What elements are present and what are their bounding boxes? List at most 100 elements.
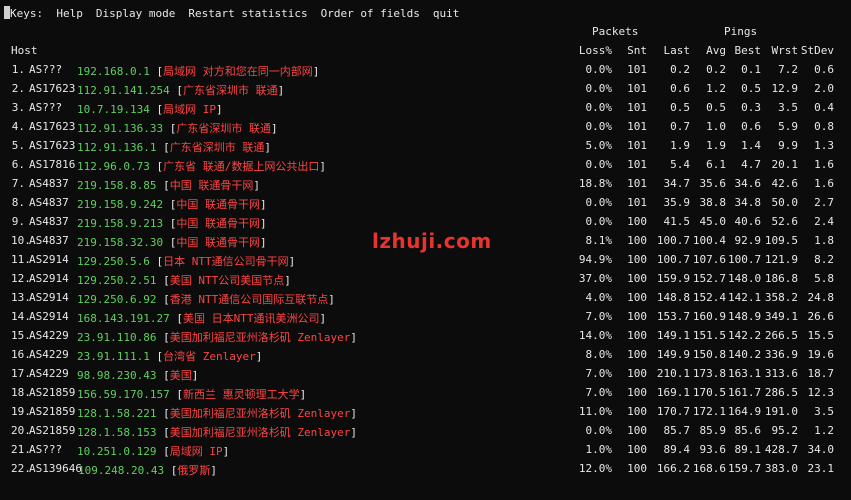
hop-row: 20. AS21859 128.1.58.153 [美国加利福尼亚州洛杉矶 Zenl…: [0, 424, 851, 443]
hop-loss: 12.0%: [578, 462, 612, 475]
hop-row: 2. AS17623 112.91.141.254 [广东省深圳市 联通] 0.0% 1…: [0, 82, 851, 101]
hop-host: 10.7.19.134 [局域网 IP]: [77, 101, 223, 117]
hop-best: 164.9: [728, 405, 762, 418]
hop-last: 149.1: [656, 329, 690, 342]
hop-number: 12.: [11, 272, 31, 285]
hop-location: [香港 NTT通信公司国际互联节点]: [163, 293, 335, 306]
hop-avg: 0.5: [706, 101, 726, 114]
hop-asn: AS???: [29, 63, 63, 76]
hop-location: [中国 联通骨干网]: [169, 198, 267, 211]
hop-number: 22.: [11, 462, 31, 475]
hop-best: 0.3: [741, 101, 761, 114]
hop-row: 12. AS2914 129.250.2.51 [美国 NTT公司美国节点] 37.0…: [0, 272, 851, 291]
hop-best: 85.6: [734, 424, 762, 437]
hop-location: [美国加利福尼亚州洛杉矶 Zenlayer]: [163, 407, 357, 420]
hop-snt: 100: [627, 291, 647, 304]
keys-bar: Keys: Help Display mode Restart statistics…: [4, 6, 472, 20]
hop-location: [美国 日本NTT通讯美洲公司]: [176, 312, 327, 325]
hop-loss: 0.0%: [585, 424, 613, 437]
hop-stdev: 15.5: [807, 329, 835, 342]
header-group-packets: Packets: [592, 25, 639, 38]
hop-asn: AS21859: [29, 386, 76, 399]
hop-loss: 8.1%: [585, 234, 613, 247]
hop-stdev: 8.2: [814, 253, 834, 266]
hop-snt: 100: [627, 310, 647, 323]
hop-last: 89.4: [663, 443, 691, 456]
hop-location-text: 新西兰 惠灵顿理工大学: [182, 388, 300, 401]
hop-wrst: 313.6: [764, 367, 798, 380]
hop-best: 4.7: [741, 158, 761, 171]
hop-snt: 101: [627, 196, 647, 209]
hop-number: 5.: [11, 139, 25, 152]
key-restart-statistics[interactable]: Restart statistics: [188, 7, 307, 20]
hop-wrst: 121.9: [764, 253, 798, 266]
hop-snt: 100: [627, 215, 647, 228]
hop-ip: 156.59.170.157: [77, 388, 170, 401]
hop-location: [中国 联通骨干网]: [169, 236, 267, 249]
hop-last: 41.5: [663, 215, 691, 228]
hop-stdev: 23.1: [807, 462, 835, 475]
hop-best: 159.7: [728, 462, 762, 475]
hop-number: 14.: [11, 310, 31, 323]
hop-stdev: 1.8: [814, 234, 834, 247]
hop-last: 170.7: [656, 405, 690, 418]
key-quit[interactable]: quit: [433, 7, 460, 20]
hop-snt: 101: [627, 82, 647, 95]
hop-wrst: 12.9: [771, 82, 799, 95]
hop-wrst: 286.5: [764, 386, 798, 399]
hop-wrst: 9.9: [778, 139, 798, 152]
hop-wrst: 5.9: [778, 120, 798, 133]
hop-loss: 8.0%: [585, 348, 613, 361]
hop-snt: 101: [627, 177, 647, 190]
hop-wrst: 95.2: [771, 424, 799, 437]
header-last: Last: [663, 44, 691, 57]
hop-location: [局域网 对方和您在同一内部网]: [156, 65, 320, 78]
hop-location: [美国 NTT公司美国节点]: [163, 274, 291, 287]
hop-loss: 7.0%: [585, 367, 613, 380]
hop-host: 219.158.32.30 [中国 联通骨干网]: [77, 234, 267, 250]
hop-avg: 1.2: [706, 82, 726, 95]
hop-host: 112.91.136.1 [广东省深圳市 联通]: [77, 139, 271, 155]
hop-loss: 5.0%: [585, 139, 613, 152]
hop-number: 10.: [11, 234, 31, 247]
hop-stdev: 0.4: [814, 101, 834, 114]
watermark: lzhuji.com: [372, 229, 492, 253]
hop-location: [美国]: [163, 369, 199, 382]
hop-location: [局域网 IP]: [163, 445, 230, 458]
header-host: Host: [11, 44, 38, 57]
hop-avg: 45.0: [699, 215, 727, 228]
hop-row: 4. AS17623 112.91.136.33 [广东省深圳市 联通] 0.0% 10…: [0, 120, 851, 139]
hop-last: 153.7: [656, 310, 690, 323]
hop-asn: AS4229: [29, 367, 69, 380]
hop-wrst: 358.2: [764, 291, 798, 304]
hop-asn: AS2914: [29, 291, 69, 304]
hop-host: 129.250.5.6 [日本 NTT通信公司骨干网]: [77, 253, 295, 269]
hop-stdev: 1.2: [814, 424, 834, 437]
key-display-mode[interactable]: Display mode: [96, 7, 175, 20]
hop-location-text: 美国 NTT公司美国节点: [169, 274, 285, 287]
hop-last: 166.2: [656, 462, 690, 475]
hop-best: 0.1: [741, 63, 761, 76]
hop-ip: 112.96.0.73: [77, 160, 150, 173]
hop-asn: AS4837: [29, 196, 69, 209]
hop-location: [广东省 联通/数据上网公共出口]: [156, 160, 326, 173]
hop-row: 13. AS2914 129.250.6.92 [香港 NTT通信公司国际互联节点]…: [0, 291, 851, 310]
hop-avg: 160.9: [692, 310, 726, 323]
hop-ip: 112.91.136.33: [77, 122, 164, 135]
hop-asn: AS4229: [29, 329, 69, 342]
hop-wrst: 50.0: [771, 196, 799, 209]
hop-location-text: 中国 联通骨干网: [176, 217, 260, 230]
hop-best: 148.9: [728, 310, 762, 323]
hop-avg: 168.6: [692, 462, 726, 475]
hop-best: 142.1: [728, 291, 762, 304]
hop-host: 112.91.136.33 [广东省深圳市 联通]: [77, 120, 278, 136]
hop-asn: AS139646: [29, 462, 82, 475]
key-order-of-fields[interactable]: Order of fields: [321, 7, 420, 20]
hop-last: 149.9: [656, 348, 690, 361]
hop-avg: 173.8: [692, 367, 726, 380]
hop-row: 5. AS17623 112.91.136.1 [广东省深圳市 联通] 5.0% 101…: [0, 139, 851, 158]
key-help[interactable]: Help: [56, 7, 83, 20]
hop-ip: 219.158.8.85: [77, 179, 157, 192]
hop-avg: 85.9: [699, 424, 727, 437]
hop-location: [广东省深圳市 联通]: [176, 84, 285, 97]
